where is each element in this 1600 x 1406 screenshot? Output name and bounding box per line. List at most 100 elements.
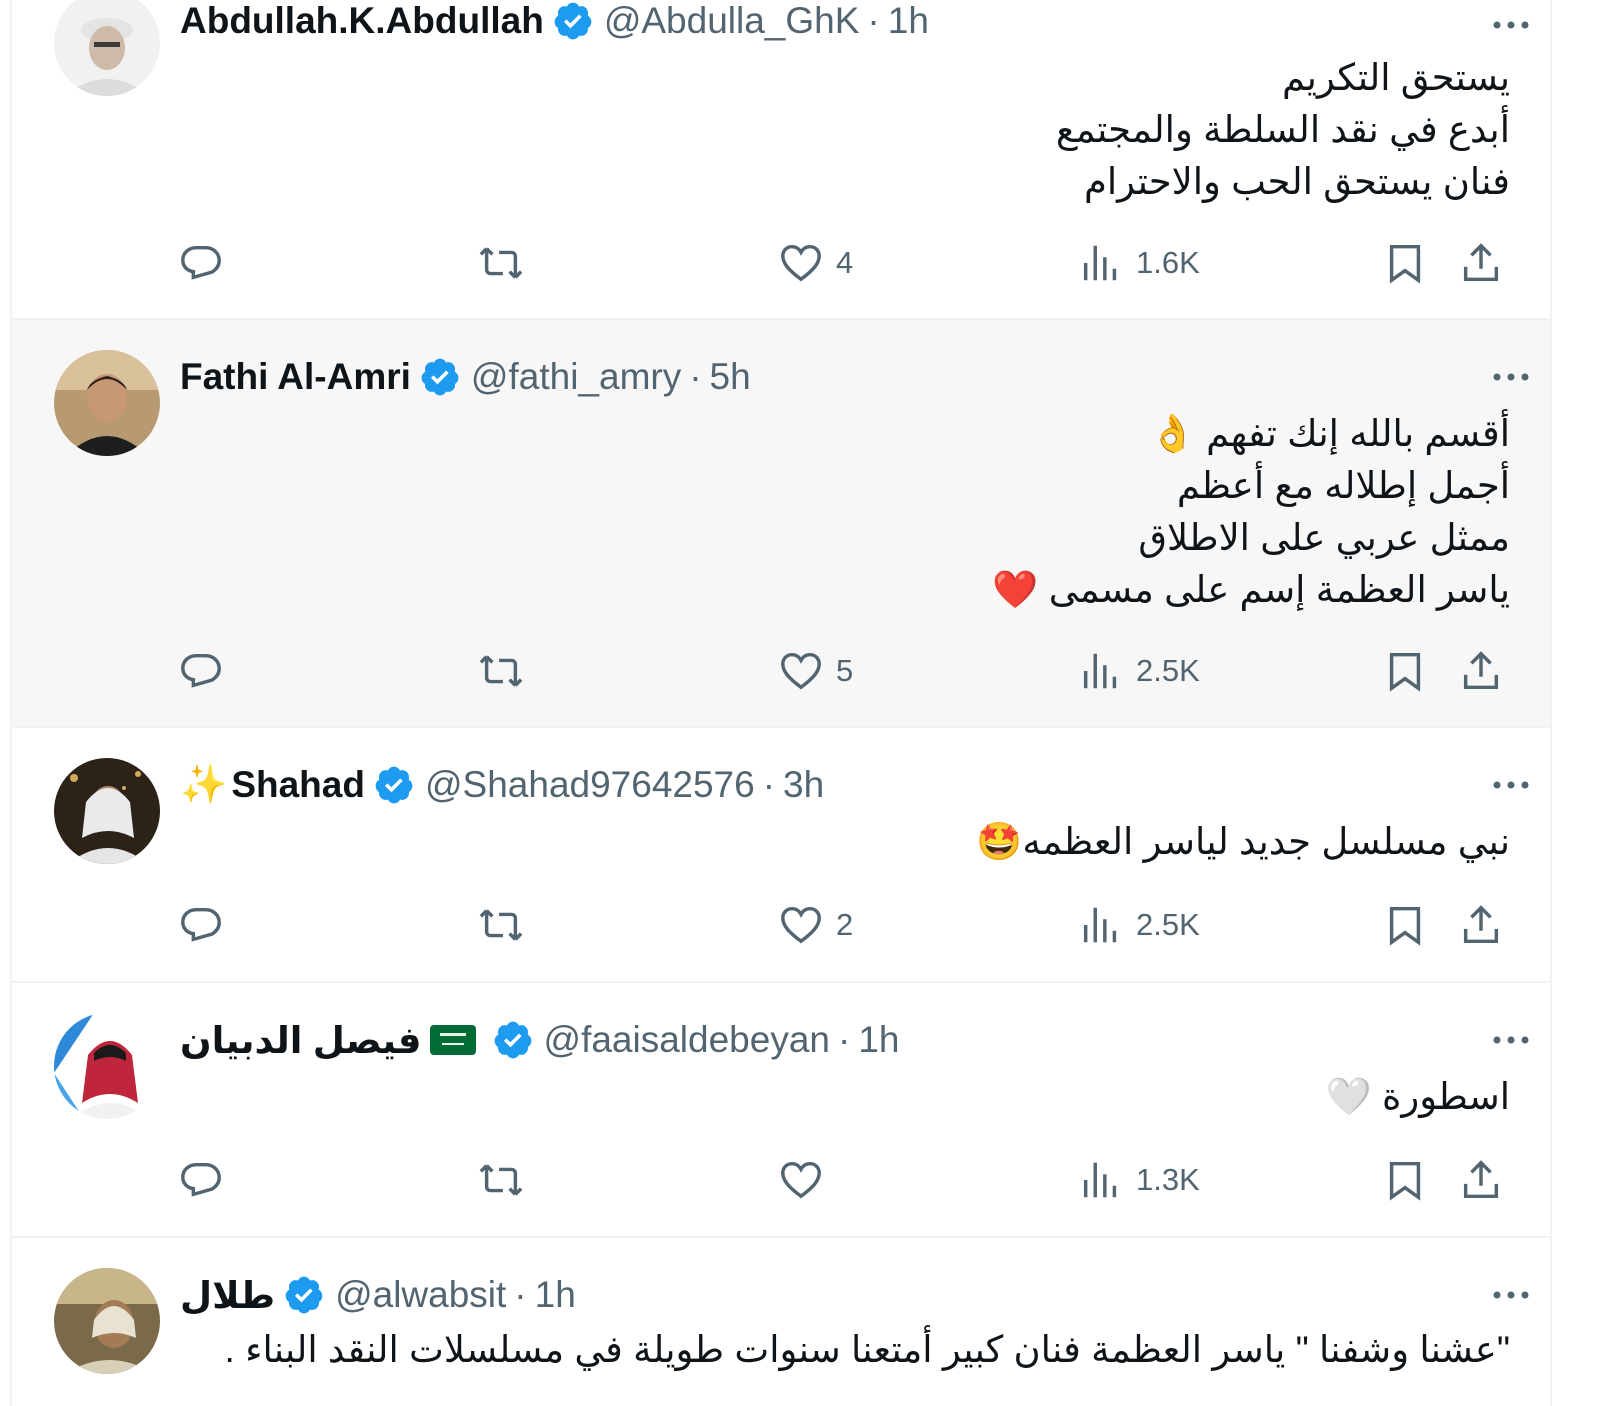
reply-button[interactable] bbox=[178, 644, 224, 698]
tweet-actions: 5 2.5K bbox=[12, 644, 1550, 698]
more-icon[interactable] bbox=[1488, 362, 1534, 392]
tweet-text-line: نبي مسلسل جديد لياسر العظمه🤩 bbox=[976, 821, 1510, 862]
timestamp[interactable]: 5h bbox=[710, 356, 751, 398]
separator-dot: · bbox=[762, 764, 776, 805]
user-handle[interactable]: @faaisaldebeyan bbox=[544, 1019, 830, 1061]
like-count: 4 bbox=[836, 245, 854, 280]
retweet-button[interactable] bbox=[478, 1153, 524, 1207]
views-button[interactable]: 1.3K bbox=[1078, 1153, 1200, 1207]
tweet-actions: 2 2.5K bbox=[12, 898, 1550, 952]
tweet-text-line: "عشنا وشفنا " ياسر العظمة فنان كبير أمتع… bbox=[224, 1329, 1510, 1370]
retweet-icon bbox=[479, 909, 523, 941]
tweet[interactable]: فيصل الدبيان @faaisaldebeyan · 1h اسطورة… bbox=[12, 983, 1550, 1238]
verified-badge-icon bbox=[554, 2, 592, 40]
display-name[interactable]: طلال bbox=[180, 1274, 275, 1317]
user-handle[interactable]: @Shahad97642576 bbox=[425, 764, 755, 806]
avatar[interactable] bbox=[54, 1013, 160, 1119]
like-button[interactable]: 4 bbox=[778, 236, 853, 290]
tweet-text-line: ياسر العظمة إسم على مسمى ❤️ bbox=[992, 569, 1510, 610]
verified-badge-icon bbox=[375, 766, 413, 804]
like-button[interactable]: 2 bbox=[778, 898, 853, 952]
tweet[interactable]: طلال @alwabsit · 1h "عشنا وشفنا " ياسر ا… bbox=[12, 1238, 1550, 1406]
separator-dot: · bbox=[838, 1019, 851, 1060]
verified-badge-icon bbox=[421, 358, 459, 396]
bookmark-icon bbox=[1389, 906, 1421, 946]
tweet[interactable]: Fathi Al-Amri @fathi_amry · 5h أقسم بالل… bbox=[12, 320, 1550, 728]
avatar[interactable] bbox=[54, 1268, 160, 1374]
tweet-text: يستحق التكريم أبدع في نقد السلطة والمجتم… bbox=[180, 52, 1510, 208]
heart-icon bbox=[781, 652, 821, 690]
views-button[interactable]: 1.6K bbox=[1078, 236, 1200, 290]
more-icon[interactable] bbox=[1488, 10, 1534, 40]
tweet-text-line: ممثل عربي على الاطلاق bbox=[1138, 517, 1510, 558]
view-count: 2.5K bbox=[1136, 907, 1200, 942]
retweet-button[interactable] bbox=[478, 898, 524, 952]
tweet[interactable]: Abdullah.K.Abdullah @Abdulla_GhK · 1h يس… bbox=[12, 0, 1550, 320]
reply-feed: Abdullah.K.Abdullah @Abdulla_GhK · 1h يس… bbox=[10, 0, 1552, 1406]
like-button[interactable]: 5 bbox=[778, 644, 853, 698]
share-icon bbox=[1463, 905, 1499, 944]
retweet-icon bbox=[479, 1164, 523, 1196]
retweet-button[interactable] bbox=[478, 236, 524, 290]
user-handle[interactable]: @Abdulla_GhK bbox=[604, 0, 860, 42]
tweet-text: اسطورة 🤍 bbox=[180, 1071, 1510, 1123]
share-icon bbox=[1463, 243, 1499, 282]
bookmark-button[interactable] bbox=[1382, 898, 1428, 952]
tweet[interactable]: ✨ Shahad @Shahad97642576 · 3h نبي مسلسل … bbox=[12, 728, 1550, 983]
display-name[interactable]: Shahad bbox=[231, 764, 365, 806]
avatar[interactable] bbox=[54, 758, 160, 864]
timestamp[interactable]: 1h bbox=[858, 1019, 899, 1061]
tweet-text: "عشنا وشفنا " ياسر العظمة فنان كبير أمتع… bbox=[180, 1324, 1510, 1376]
saudi-flag-icon bbox=[429, 1025, 476, 1055]
verified-badge-icon bbox=[494, 1021, 531, 1059]
bookmark-button[interactable] bbox=[1382, 1153, 1428, 1207]
tweet-text: أقسم بالله إنك تفهم 👌 أجمل إطلاله مع أعظ… bbox=[180, 408, 1510, 616]
reply-button[interactable] bbox=[178, 1153, 224, 1207]
reply-icon bbox=[181, 1162, 221, 1197]
separator-dot: · bbox=[689, 356, 702, 397]
display-name[interactable]: Fathi Al-Amri bbox=[180, 356, 411, 398]
views-button[interactable]: 2.5K bbox=[1078, 898, 1200, 952]
tweet-actions: 1.3K bbox=[12, 1153, 1550, 1207]
timestamp[interactable]: 3h bbox=[783, 764, 824, 806]
user-handle[interactable]: @alwabsit bbox=[335, 1274, 506, 1316]
like-count: 5 bbox=[836, 653, 854, 688]
tweet-text-line: اسطورة 🤍 bbox=[1325, 1076, 1510, 1117]
views-icon bbox=[1083, 245, 1117, 281]
more-icon[interactable] bbox=[1488, 1025, 1534, 1055]
timestamp[interactable]: 1h bbox=[888, 0, 929, 42]
avatar[interactable] bbox=[54, 0, 160, 96]
heart-icon bbox=[781, 244, 821, 282]
share-button[interactable] bbox=[1458, 236, 1504, 290]
retweet-icon bbox=[479, 655, 523, 687]
tweet-text-line: فنان يستحق الحب والاحترام bbox=[1083, 161, 1510, 202]
display-name[interactable]: Abdullah.K.Abdullah bbox=[180, 0, 544, 42]
share-button[interactable] bbox=[1458, 898, 1504, 952]
bookmark-button[interactable] bbox=[1382, 236, 1428, 290]
heart-icon bbox=[781, 1161, 821, 1199]
share-icon bbox=[1463, 1160, 1499, 1199]
tweet-header: Fathi Al-Amri @fathi_amry · 5h bbox=[180, 354, 1530, 400]
reply-button[interactable] bbox=[178, 236, 224, 290]
tweet-text-line: أبدع في نقد السلطة والمجتمع bbox=[1055, 109, 1510, 150]
tweet-header: فيصل الدبيان @faaisaldebeyan · 1h bbox=[180, 1017, 1530, 1063]
bookmark-icon bbox=[1389, 652, 1421, 692]
bookmark-button[interactable] bbox=[1382, 644, 1428, 698]
display-name[interactable]: فيصل الدبيان bbox=[180, 1019, 422, 1062]
reply-button[interactable] bbox=[178, 898, 224, 952]
heart-icon bbox=[781, 906, 821, 944]
share-button[interactable] bbox=[1458, 1153, 1504, 1207]
avatar[interactable] bbox=[54, 350, 160, 456]
like-button[interactable] bbox=[778, 1153, 824, 1207]
separator-dot: · bbox=[867, 0, 880, 41]
timestamp[interactable]: 1h bbox=[535, 1274, 576, 1316]
more-icon[interactable] bbox=[1488, 1280, 1534, 1310]
share-button[interactable] bbox=[1458, 644, 1504, 698]
views-button[interactable]: 2.5K bbox=[1078, 644, 1200, 698]
reply-icon bbox=[181, 245, 221, 280]
more-icon[interactable] bbox=[1488, 770, 1534, 800]
retweet-button[interactable] bbox=[478, 644, 524, 698]
user-handle[interactable]: @fathi_amry bbox=[471, 356, 681, 398]
reply-icon bbox=[181, 907, 221, 942]
bookmark-icon bbox=[1389, 1161, 1421, 1201]
